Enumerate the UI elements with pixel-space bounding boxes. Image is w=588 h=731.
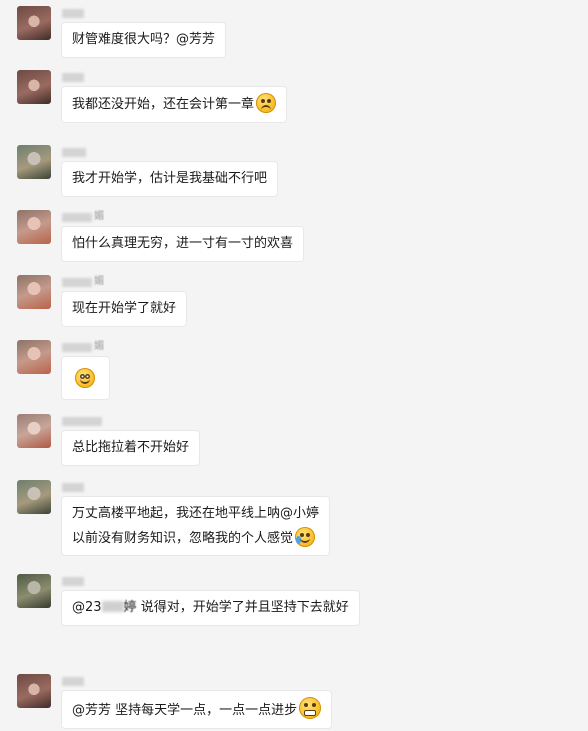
sender-name [62, 675, 84, 687]
sender-name: 媚 [62, 341, 104, 353]
sender-name [62, 481, 84, 493]
avatar[interactable] [17, 674, 51, 708]
message-bubble[interactable]: 万丈高楼平地起，我还在地平线上呐@小婷 以前没有财务知识，忽略我的个人感觉 [61, 496, 331, 556]
message-bubble[interactable]: 我才开始学，估计是我基础不行吧 [61, 161, 279, 197]
message-bubble[interactable]: 总比拖拉着不开始好 [61, 430, 201, 466]
message-text: 万丈高楼平地起，我还在地平线上呐@小婷 [72, 506, 320, 521]
sender-name [62, 7, 84, 19]
avatar[interactable] [17, 414, 51, 448]
message-text: 财管难度很大吗？@芳芳 [72, 32, 216, 47]
sender-name: 媚 [62, 211, 104, 223]
avatar[interactable] [17, 6, 51, 40]
message-bubble[interactable]: 财管难度很大吗？@芳芳 [61, 22, 227, 58]
blushing-face-icon [75, 368, 95, 388]
mention-suffix: 婷 [123, 600, 137, 615]
sender-name [62, 146, 86, 158]
avatar[interactable] [17, 275, 51, 309]
avatar[interactable] [17, 480, 51, 514]
sender-name: 媚 [62, 276, 104, 288]
redacted-name [101, 601, 124, 612]
message-text: 怕什么真理无穷，进一寸有一寸的欢喜 [72, 236, 294, 251]
message-text: 总比拖拉着不开始好 [72, 440, 190, 455]
message-bubble[interactable]: 怕什么真理无穷，进一寸有一寸的欢喜 [61, 226, 305, 262]
message-bubble[interactable] [61, 356, 110, 400]
message-bubble[interactable]: 现在开始学了就好 [61, 291, 188, 327]
message-text: 现在开始学了就好 [72, 301, 177, 316]
avatar[interactable] [17, 70, 51, 104]
sad-face-icon [256, 93, 277, 113]
message-text: 我都还没开始，还在会计第一章 [72, 97, 255, 112]
mention-prefix[interactable]: @23 [72, 600, 102, 615]
message-text: @芳芳 坚持每天学一点，一点一点进步 [72, 703, 298, 718]
message-bubble[interactable]: @芳芳 坚持每天学一点，一点一点进步 [61, 690, 333, 729]
avatar[interactable] [17, 340, 51, 374]
message-bubble[interactable]: 我都还没开始，还在会计第一章 [61, 86, 288, 123]
crying-laughing-icon [295, 527, 316, 547]
avatar[interactable] [17, 145, 51, 179]
sender-name [62, 575, 84, 587]
sender-name [62, 71, 84, 83]
message-text-line: 以前没有财务知识，忽略我的个人感觉 [72, 526, 319, 551]
message-bubble[interactable]: @23 婷 说得对，开始学了并且坚持下去就好 [61, 590, 360, 626]
avatar[interactable] [17, 574, 51, 608]
grinning-face-icon [299, 697, 322, 719]
sender-name [62, 415, 102, 427]
message-text: 说得对，开始学了并且坚持下去就好 [136, 600, 349, 615]
message-text: 我才开始学，估计是我基础不行吧 [72, 171, 268, 186]
avatar[interactable] [17, 210, 51, 244]
